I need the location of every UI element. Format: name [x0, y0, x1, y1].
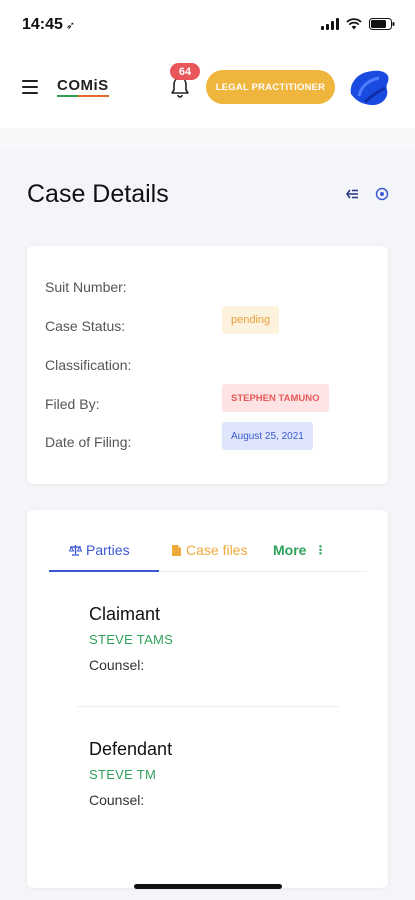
page-title: Case Details — [27, 180, 169, 208]
filed-by-label: Filed By: — [45, 396, 100, 412]
status-time: 14:45 ➶ — [22, 16, 75, 34]
defendant-counsel-label: Counsel: — [89, 792, 145, 808]
tab-bar: Parties Case files More ⋮ — [49, 538, 367, 572]
tab-case-files-label: Case files — [186, 542, 248, 558]
date-of-filing-label: Date of Filing: — [45, 434, 132, 450]
claimant-name: STEVE TAMS — [89, 632, 174, 647]
defendant-name: STEVE TM — [89, 767, 157, 782]
tab-parties[interactable]: Parties — [69, 542, 130, 558]
active-tab-indicator — [49, 570, 159, 572]
tab-more-label: More — [273, 542, 307, 558]
scales-icon — [69, 545, 82, 556]
case-status-label: Case Status: — [45, 318, 126, 334]
claimant-title: Claimant — [89, 604, 161, 624]
filed-by-tag: STEPHEN TAMUNO — [222, 384, 329, 412]
battery-icon — [369, 18, 395, 30]
app-header: COMiS 64 LEGAL PRACTITIONER — [0, 50, 415, 128]
notification-badge: 64 — [170, 63, 200, 80]
status-bar: 14:45 ➶ — [0, 0, 415, 50]
status-icons — [321, 18, 395, 30]
hamburger-menu-icon[interactable] — [22, 80, 38, 94]
logo-underline — [57, 95, 109, 97]
tab-more[interactable]: More ⋮ — [273, 542, 326, 558]
title-actions — [345, 187, 389, 201]
time-text: 14:45 — [22, 16, 63, 33]
defendant-title: Defendant — [89, 739, 173, 759]
date-of-filing-tag: August 25, 2021 — [222, 422, 313, 450]
wifi-icon — [346, 18, 362, 30]
home-indicator[interactable] — [134, 884, 282, 889]
signal-icon — [321, 18, 339, 30]
kebab-icon: ⋮ — [314, 543, 327, 557]
collapse-left-icon[interactable] — [345, 187, 359, 201]
party-divider — [77, 706, 339, 707]
tab-parties-label: Parties — [86, 542, 130, 558]
header-shadow-strip — [0, 128, 415, 150]
tab-case-files[interactable]: Case files — [171, 542, 247, 558]
target-icon[interactable] — [375, 187, 389, 201]
avatar[interactable] — [345, 66, 391, 110]
file-icon — [172, 544, 181, 556]
case-status-tag: pending — [222, 306, 280, 334]
parties-card: Parties Case files More ⋮ Claimant STEVE… — [27, 510, 388, 888]
claimant-counsel-label: Counsel: — [89, 657, 145, 673]
role-badge-button[interactable]: LEGAL PRACTITIONER — [206, 70, 335, 104]
suit-number-label: Suit Number: — [45, 279, 127, 295]
case-details-card: Suit Number: Case Status: pending Classi… — [27, 246, 388, 484]
location-arrow-icon: ➶ — [65, 20, 76, 32]
app-logo: COMiS — [57, 77, 109, 97]
logo-text: COMiS — [57, 77, 109, 94]
classification-label: Classification: — [45, 357, 132, 373]
